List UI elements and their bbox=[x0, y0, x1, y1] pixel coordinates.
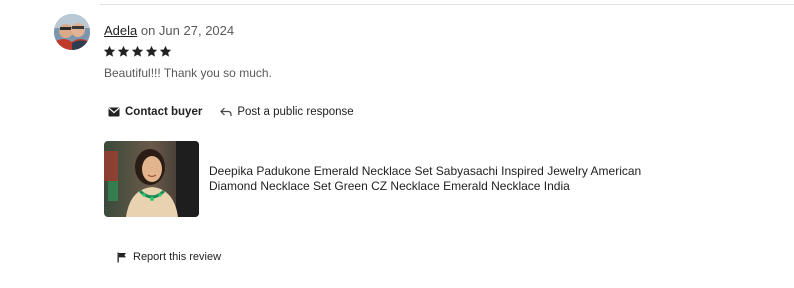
envelope-icon bbox=[108, 107, 120, 117]
review-date: on Jun 27, 2024 bbox=[137, 23, 235, 38]
report-review-label: Report this review bbox=[133, 251, 222, 263]
reviewer-avatar bbox=[54, 14, 90, 50]
star-icon bbox=[159, 45, 172, 57]
top-divider bbox=[100, 4, 794, 5]
star-icon bbox=[103, 45, 116, 57]
listing-thumbnail[interactable] bbox=[104, 141, 199, 217]
star-icon bbox=[131, 45, 144, 57]
listing-title-link[interactable]: Deepika Padukone Emerald Necklace Set Sa… bbox=[209, 164, 679, 195]
star-icon bbox=[117, 45, 130, 57]
contact-buyer-button[interactable]: Contact buyer bbox=[108, 106, 202, 118]
review-text: Beautiful!!! Thank you so much. bbox=[104, 66, 272, 80]
post-public-response-label: Post a public response bbox=[237, 106, 354, 118]
flag-icon bbox=[117, 252, 127, 263]
star-rating bbox=[103, 45, 172, 58]
reply-arrow-icon bbox=[220, 107, 232, 117]
reviewer-name-link[interactable]: Adela bbox=[104, 23, 137, 38]
star-icon bbox=[145, 45, 158, 57]
review-actions: Contact buyer Post a public response bbox=[108, 106, 354, 118]
listing-card[interactable]: Deepika Padukone Emerald Necklace Set Sa… bbox=[104, 141, 679, 217]
report-review-button[interactable]: Report this review bbox=[117, 251, 221, 263]
review-meta: Adela on Jun 27, 2024 bbox=[104, 23, 234, 38]
post-public-response-button[interactable]: Post a public response bbox=[220, 106, 354, 118]
contact-buyer-label: Contact buyer bbox=[125, 106, 203, 118]
